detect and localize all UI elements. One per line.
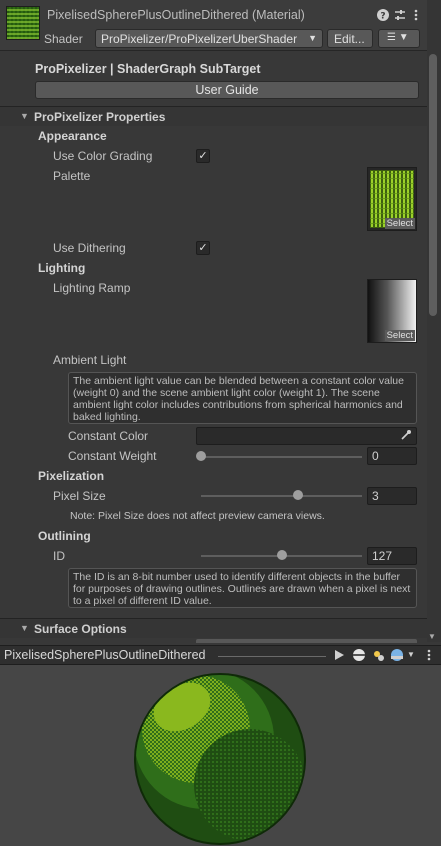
ambient-light-help-box: The ambient light value can be blended b… <box>68 372 417 424</box>
outlining-heading: Outlining <box>38 529 91 543</box>
preview-drag-handle[interactable] <box>218 656 326 657</box>
material-thumbnail <box>6 6 40 40</box>
list-icon[interactable]: ☰ ▼ <box>378 29 420 48</box>
constant-color-label: Constant Color <box>68 429 149 443</box>
play-icon[interactable] <box>333 649 345 664</box>
edit-shader-button[interactable]: Edit... <box>327 29 373 48</box>
constant-weight-slider-track[interactable] <box>201 456 362 458</box>
scroll-down-icon[interactable]: ▼ <box>428 632 436 641</box>
constant-color-field[interactable] <box>196 427 417 445</box>
inspector-scroll-thumb[interactable] <box>429 54 437 316</box>
kebab-menu-icon[interactable] <box>409 8 423 22</box>
sphere-shape-icon[interactable] <box>352 648 366 665</box>
shader-label: Shader <box>44 32 83 46</box>
surface-options-foldout[interactable]: ▼ Surface Options <box>0 618 427 638</box>
use-dithering-label: Use Dithering <box>53 241 126 255</box>
lighting-ramp-texture-slot[interactable]: Select <box>367 279 417 343</box>
lighting-ramp-select-button[interactable]: Select <box>384 330 415 341</box>
foldout-arrow-icon: ▼ <box>20 111 29 121</box>
pixel-size-slider-track[interactable] <box>201 495 362 497</box>
user-guide-button[interactable]: User Guide <box>35 81 419 99</box>
pixel-size-slider-handle[interactable] <box>292 490 303 500</box>
ambient-light-label: Ambient Light <box>53 353 127 367</box>
settings-sliders-icon[interactable] <box>393 8 407 22</box>
preview-title: PixelisedSpherePlusOutlineDithered <box>4 648 206 662</box>
eyedropper-icon[interactable] <box>400 429 412 444</box>
material-preview[interactable] <box>0 665 441 846</box>
use-color-grading-label: Use Color Grading <box>53 149 153 163</box>
surface-options-foldout-label: Surface Options <box>34 622 127 636</box>
shader-dropdown[interactable]: ProPixelizer/ProPixelizerUberShader ▼ <box>95 29 323 48</box>
outline-id-slider-handle[interactable] <box>276 550 287 560</box>
light-icon[interactable] <box>371 648 385 665</box>
constant-weight-input[interactable]: 0 <box>367 447 417 465</box>
surface-dropdown-partial[interactable] <box>196 639 417 643</box>
outline-id-help-box: The ID is an 8-bit number used to identi… <box>68 568 417 608</box>
pixelised-sphere-preview <box>134 673 306 845</box>
palette-label: Palette <box>53 169 91 183</box>
dropdown-icon[interactable]: ▼ <box>407 650 415 659</box>
use-color-grading-checkbox[interactable]: ✓ <box>196 149 210 163</box>
pixel-size-label: Pixel Size <box>53 489 106 503</box>
skybox-icon[interactable] <box>390 648 404 665</box>
shader-dropdown-value: ProPixelizer/ProPixelizerUberShader <box>101 32 298 46</box>
constant-weight-slider-handle[interactable] <box>196 451 206 461</box>
material-title: PixelisedSpherePlusOutlineDithered (Mate… <box>47 8 305 22</box>
use-dithering-checkbox[interactable]: ✓ <box>196 241 210 255</box>
appearance-heading: Appearance <box>38 129 107 143</box>
constant-weight-label: Constant Weight <box>68 449 157 463</box>
pixel-size-input[interactable]: 3 <box>367 487 417 505</box>
palette-texture-slot[interactable]: Select <box>367 167 417 231</box>
chevron-down-icon: ▼ <box>308 33 317 43</box>
subtarget-title: ProPixelizer | ShaderGraph SubTarget <box>35 62 261 76</box>
pixelization-heading: Pixelization <box>38 469 105 483</box>
foldout-arrow-icon: ▼ <box>20 623 29 633</box>
header-divider <box>0 50 427 51</box>
lighting-ramp-label: Lighting Ramp <box>53 281 131 295</box>
outline-id-label: ID <box>53 549 65 563</box>
palette-select-button[interactable]: Select <box>384 218 415 229</box>
pixel-size-note: Note: Pixel Size does not affect preview… <box>70 510 325 522</box>
svg-text:?: ? <box>380 12 385 22</box>
outline-id-input[interactable]: 127 <box>367 547 417 565</box>
help-icon[interactable]: ? <box>376 8 390 22</box>
lighting-heading: Lighting <box>38 261 86 275</box>
properties-foldout-label: ProPixelizer Properties <box>34 110 166 124</box>
preview-kebab-menu-icon[interactable] <box>424 648 434 665</box>
properties-foldout[interactable]: ▼ ProPixelizer Properties <box>0 106 427 126</box>
